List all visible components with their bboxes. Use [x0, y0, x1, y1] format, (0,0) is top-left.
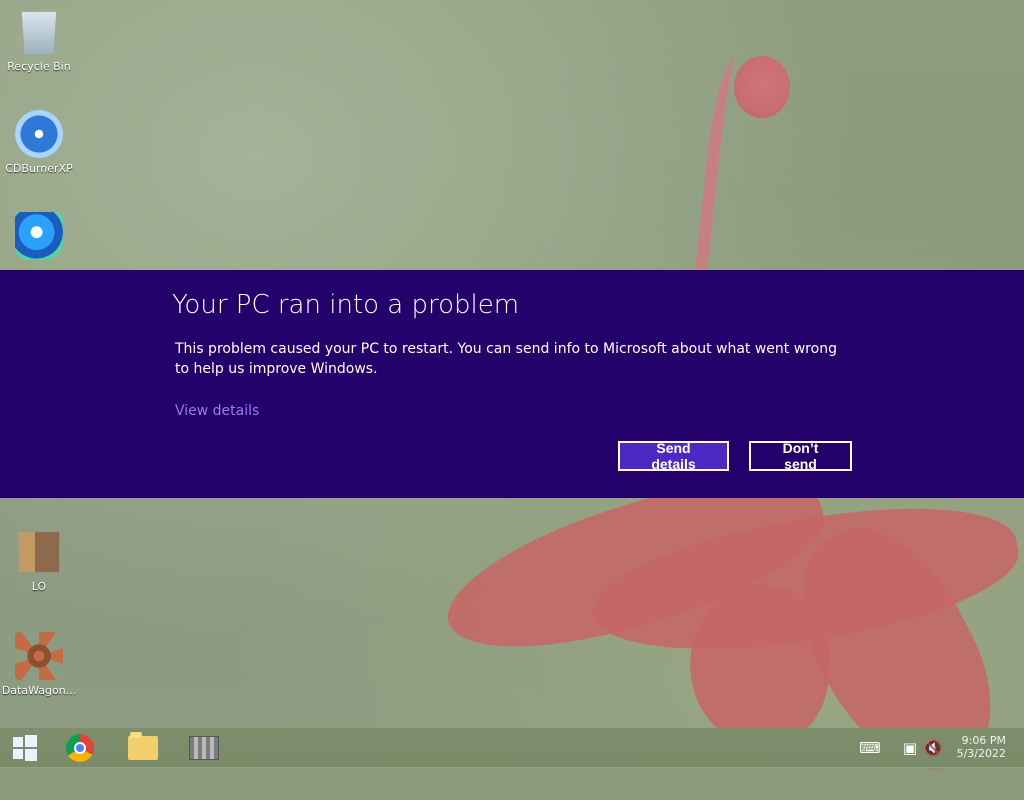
- windows-start-icon: [12, 735, 38, 761]
- taskbar-firewall-app-button[interactable]: [188, 732, 220, 764]
- taskbar-file-explorer-button[interactable]: [127, 732, 159, 764]
- view-details-link[interactable]: View details: [175, 403, 259, 419]
- dialog-message: This problem caused your PC to restart. …: [175, 341, 837, 378]
- desktop-icon-lo[interactable]: LO: [0, 528, 78, 593]
- send-details-button[interactable]: Send details: [618, 440, 729, 472]
- wallpaper-flower-tip: [734, 56, 790, 118]
- taskbar-chrome-button[interactable]: [64, 732, 96, 764]
- desktop-icon-edge[interactable]: [0, 212, 78, 264]
- file-explorer-icon: [128, 732, 158, 760]
- start-button[interactable]: [8, 732, 42, 764]
- desktop-icon-label: LO: [31, 580, 47, 593]
- clock-time: 9:06 PM: [961, 734, 1006, 747]
- desktop-icon-label: Recycle Bin: [7, 60, 71, 73]
- dont-send-button[interactable]: Don’t send: [749, 440, 852, 472]
- desktop-icon-recycle-bin[interactable]: Recycle Bin: [0, 8, 78, 73]
- datawagon-icon: [15, 632, 63, 680]
- cd-burner-icon: [15, 110, 63, 158]
- desktop-icon-label: DataWagon...: [1, 684, 77, 697]
- clock-date: 5/3/2022: [956, 747, 1006, 760]
- error-dialog: Your PC ran into a problem This problem …: [0, 270, 1024, 498]
- volume-muted-icon[interactable]: 🔇: [922, 739, 944, 757]
- desktop-icon-datawagon[interactable]: DataWagon...: [0, 632, 78, 697]
- taskbar: ⌨ ▣ 🔇 9:06 PM 5/3/2022: [0, 728, 1024, 768]
- recycle-bin-icon: [21, 11, 57, 55]
- chrome-icon: [66, 734, 94, 762]
- desktop-icon-cdburnerxp[interactable]: CDBurnerXP: [0, 110, 78, 175]
- system-clock[interactable]: 9:06 PM 5/3/2022: [954, 734, 1006, 760]
- desktop-icon-label: CDBurnerXP: [5, 162, 73, 175]
- dialog-title: Your PC ran into a problem: [172, 290, 520, 320]
- libreoffice-icon: [18, 531, 60, 573]
- edge-icon: [15, 212, 63, 260]
- network-icon[interactable]: ▣: [899, 739, 921, 757]
- keyboard-icon[interactable]: ⌨: [856, 739, 884, 757]
- firewall-app-icon: [189, 736, 219, 760]
